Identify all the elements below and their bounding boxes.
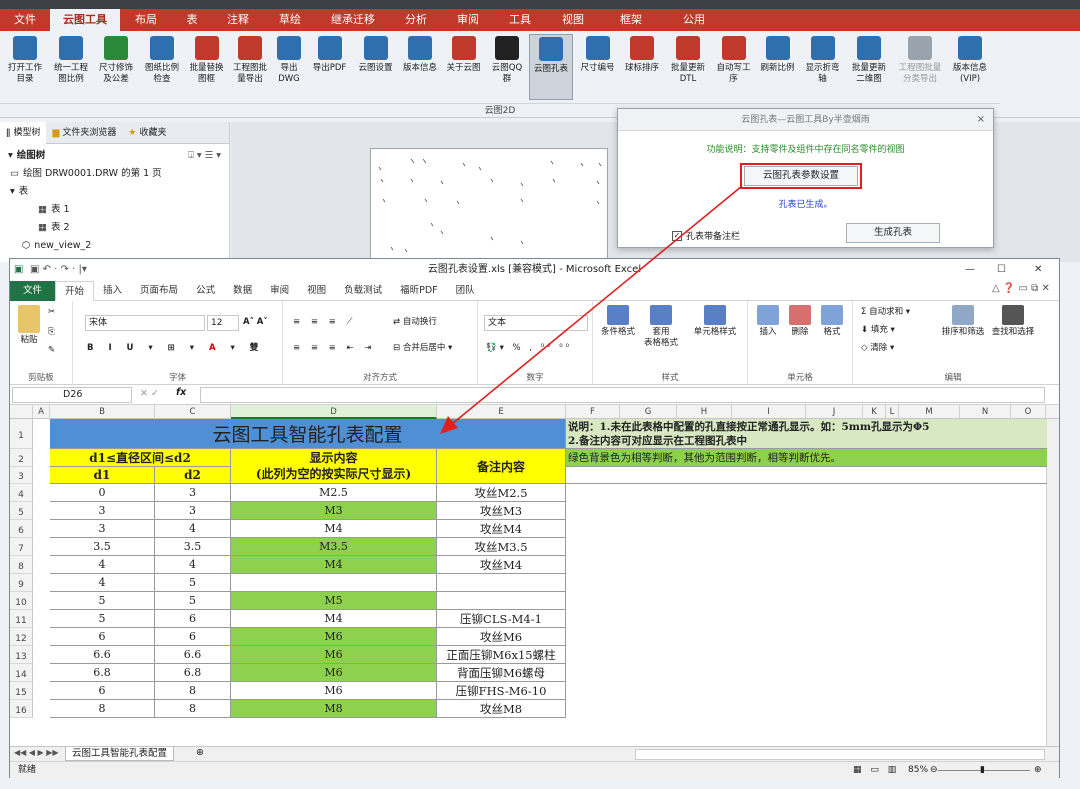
annotation-arrow — [440, 185, 743, 434]
